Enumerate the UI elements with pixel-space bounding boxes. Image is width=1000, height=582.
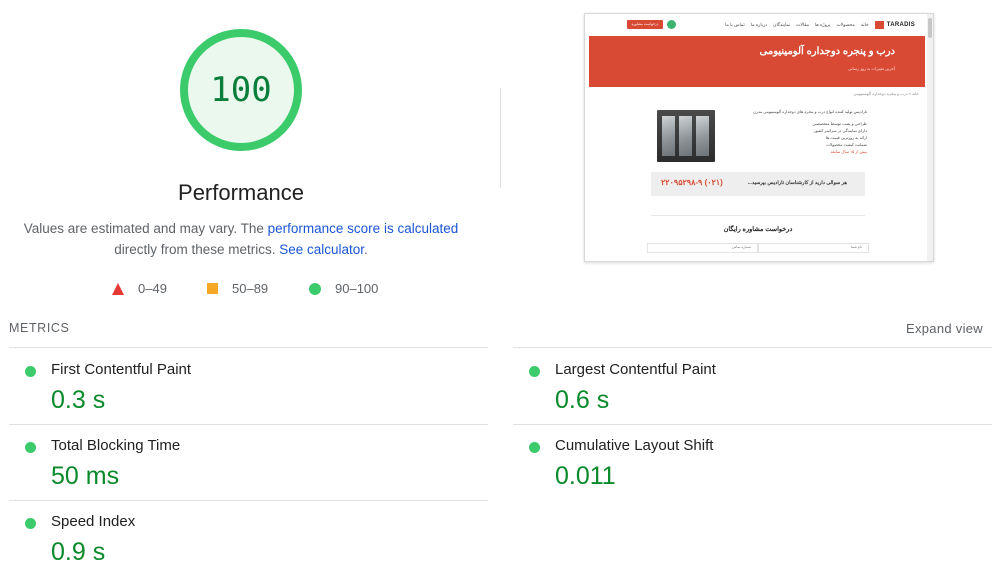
- window-pane: [679, 116, 692, 156]
- thumb-menu-item: درباره ما: [750, 22, 768, 27]
- desc-prefix: Values are estimated and may vary. The: [23, 221, 268, 236]
- metrics-heading: METRICS: [9, 321, 70, 335]
- pass-circle-icon: [25, 442, 36, 453]
- score-calculation-link[interactable]: performance score is calculated: [268, 221, 459, 236]
- performance-score-gauge: 100: [177, 26, 305, 154]
- thumb-form-field: نام شما: [758, 243, 869, 253]
- thumb-cta-group: درخواست مشاوره: [627, 20, 676, 29]
- fail-triangle-icon: [112, 282, 124, 295]
- thumb-logo-text: TARADIS: [886, 22, 915, 28]
- thumb-separator: [651, 215, 865, 216]
- metric-value: 0.3 s: [51, 386, 106, 414]
- metrics-divider: [9, 500, 488, 501]
- score-description: Values are estimated and may vary. The p…: [21, 218, 461, 260]
- thumb-menu-item: خانه: [860, 22, 869, 27]
- metric-title: First Contentful Paint: [51, 361, 192, 378]
- category-title: Performance: [178, 180, 304, 205]
- legend-item-fail: 0–49: [112, 281, 167, 296]
- pass-circle-icon: [25, 518, 36, 529]
- thumb-feature-item: ضمانت کیفیت محصولات: [826, 142, 867, 147]
- metric-value: 50 ms: [51, 462, 120, 490]
- desc-middle: directly from these metrics.: [114, 242, 280, 257]
- metrics-divider: [9, 347, 488, 348]
- thumb-feature-item: طراحی و نصب توسط متخصصین: [812, 121, 867, 126]
- score-value: 100: [210, 70, 272, 110]
- legend-range-average: 50–89: [232, 281, 269, 296]
- pass-circle-icon: [25, 366, 36, 377]
- thumb-hero-banner: درب و پنجره دوجداره آلومینیومی آخرین تغی…: [589, 36, 925, 87]
- thumb-call-phone: (۰۲۱) ۲۲۰۹۵۲۹۸-۹: [661, 178, 723, 187]
- metric-title: Cumulative Layout Shift: [555, 437, 714, 454]
- pass-circle-icon: [529, 442, 540, 453]
- vertical-divider: [500, 88, 501, 188]
- thumb-menu-item: پروژه ها: [815, 22, 831, 27]
- thumb-call-question: هر سوالی دارید از کارشناسان تارادیس بپرس…: [747, 180, 847, 186]
- metric-title: Speed Index: [51, 513, 136, 530]
- thumb-feature-item: ارائه به روزترین قیمت ها: [825, 135, 867, 140]
- final-screenshot-thumbnail[interactable]: TARADIS خانه محصولات پروژه ها مقالات نما…: [584, 13, 934, 262]
- pass-circle-icon: [309, 282, 321, 295]
- thumb-hero-title: درب و پنجره دوجداره آلومینیومی: [759, 46, 895, 57]
- thumb-form-row: نام شما شماره تماس: [647, 243, 869, 253]
- thumb-feature-item: دارای نمایندگی در سراسر کشور: [813, 128, 867, 133]
- calculator-link[interactable]: See calculator: [279, 242, 364, 257]
- thumb-call-bar: هر سوالی دارید از کارشناسان تارادیس بپرس…: [651, 172, 865, 196]
- thumb-intro-text: تارادیس تولید کننده انواع درب و پنجره ها…: [753, 109, 867, 114]
- legend-range-pass: 90–100: [335, 281, 379, 296]
- thumb-cta-button: درخواست مشاوره: [627, 20, 663, 29]
- whatsapp-icon: [667, 20, 676, 29]
- metrics-divider: [513, 424, 992, 425]
- legend-item-average: 50–89: [207, 281, 268, 296]
- metric-value: 0.011: [555, 462, 616, 490]
- thumb-logo-mark-icon: [874, 21, 884, 29]
- thumb-menu-item: نمایندگان: [773, 22, 791, 27]
- thumb-feature-list: طراحی و نصب توسط متخصصین دارای نمایندگی …: [812, 120, 867, 155]
- thumb-form-field: شماره تماس: [647, 243, 758, 253]
- thumb-scrollbar-thumb: [928, 18, 932, 38]
- desc-suffix: .: [364, 242, 368, 257]
- metric-value: 0.6 s: [555, 386, 610, 414]
- metrics-divider: [9, 424, 488, 425]
- metric-title: Largest Contentful Paint: [555, 361, 716, 378]
- thumb-menu-item: محصولات: [836, 22, 855, 27]
- thumb-scrollbar: [927, 14, 933, 261]
- thumb-menu-item: تماس با ما: [725, 22, 745, 27]
- thumb-form-title: درخواست مشاوره رایگان: [723, 226, 793, 233]
- window-pane: [662, 116, 675, 156]
- metric-value: 0.9 s: [51, 538, 106, 566]
- expand-view-toggle[interactable]: Expand view: [906, 321, 983, 336]
- window-pane: [696, 116, 709, 156]
- legend-range-fail: 0–49: [138, 281, 167, 296]
- average-square-icon: [207, 283, 218, 294]
- metric-title: Total Blocking Time: [51, 437, 181, 454]
- legend-item-pass: 90–100: [309, 281, 378, 296]
- thumb-menu-item: مقالات: [796, 22, 810, 27]
- thumb-feature-item: بیش از ۱۵ سال سابقه: [830, 149, 867, 154]
- pass-circle-icon: [529, 366, 540, 377]
- thumb-breadcrumb: خانه » درب و پنجره دوجداره آلومینیومی: [853, 91, 919, 96]
- thumb-hero-subtitle: آخرین تغییرات به روز رسانی: [848, 66, 895, 71]
- thumb-product-window-image: [657, 110, 715, 162]
- thumb-logo: TARADIS: [874, 21, 915, 29]
- metrics-divider: [513, 347, 992, 348]
